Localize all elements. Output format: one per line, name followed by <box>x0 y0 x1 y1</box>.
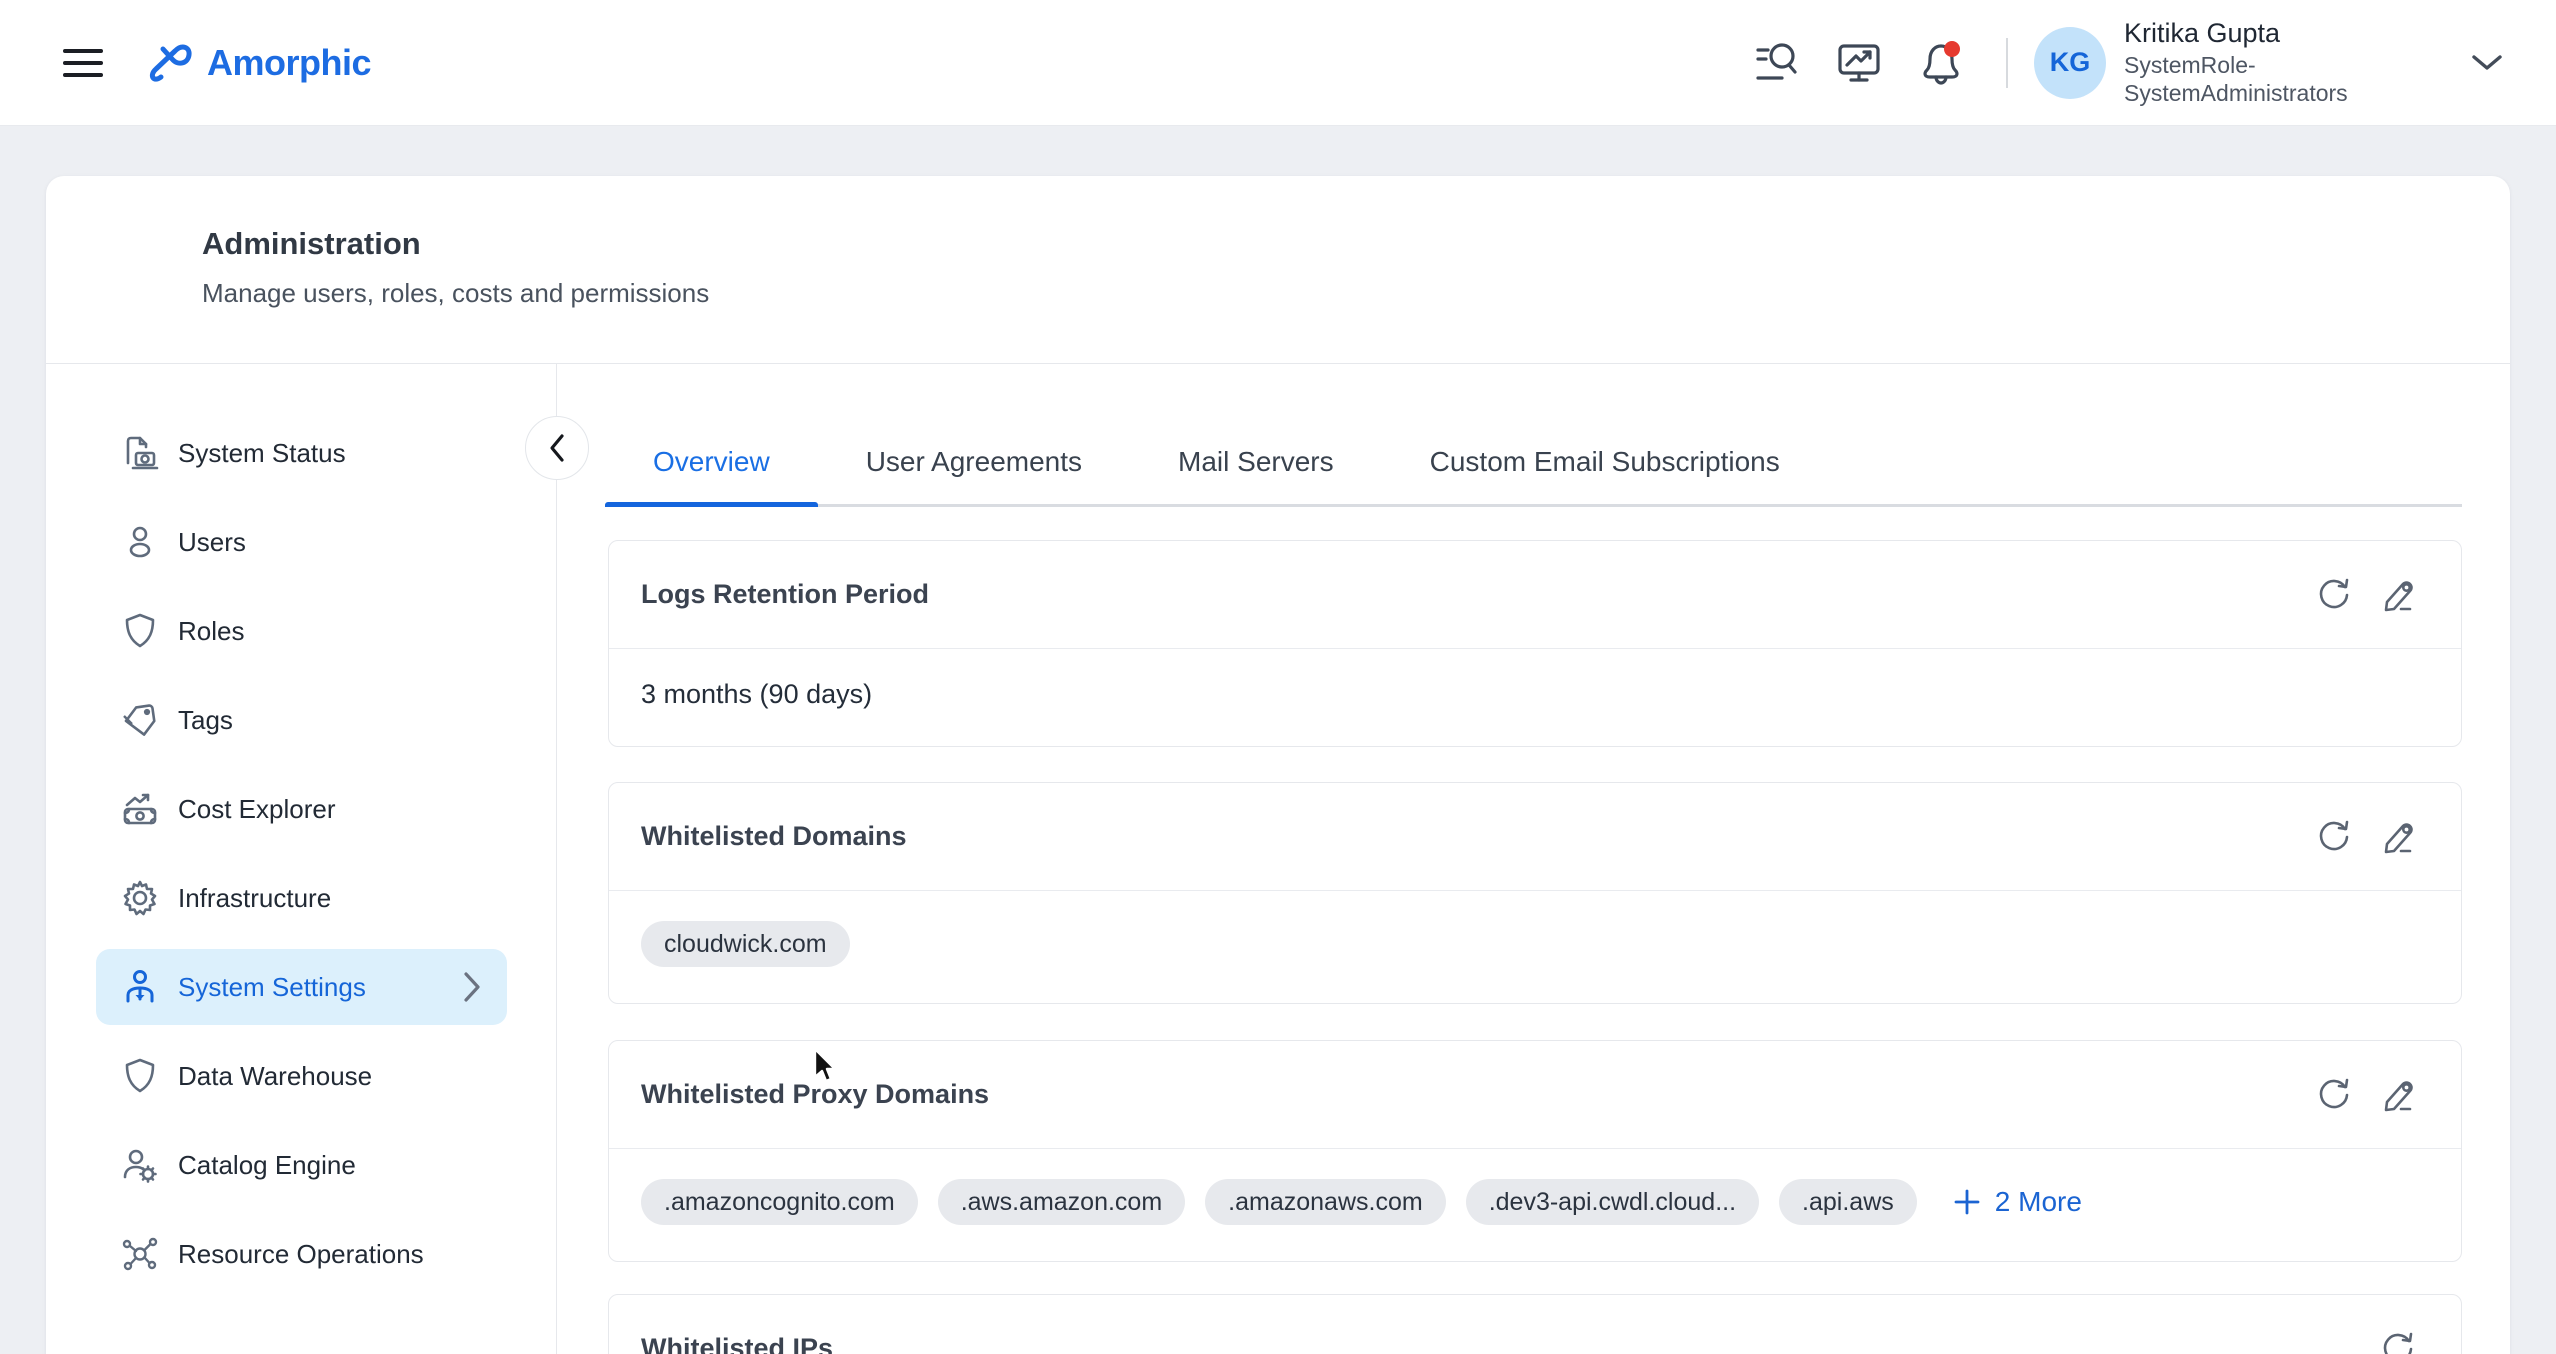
page-subtitle: Manage users, roles, costs and permissio… <box>202 278 2510 309</box>
proxy-domain-chip: .dev3-api.cwdl.cloud... <box>1466 1179 1759 1225</box>
system-settings-icon <box>120 967 160 1007</box>
chevron-down-icon[interactable] <box>2470 53 2504 73</box>
card-title: Whitelisted IPs <box>641 1333 833 1354</box>
edit-pencil-icon[interactable] <box>2379 818 2417 856</box>
system-settings-content: Overview User Agreements Mail Servers Cu… <box>557 364 2510 1354</box>
domain-chip: cloudwick.com <box>641 921 850 967</box>
user-info: Kritika Gupta SystemRole-SystemAdministr… <box>2124 17 2374 108</box>
edit-pencil-icon[interactable] <box>2379 576 2417 614</box>
monitoring-icon[interactable] <box>1834 38 1884 88</box>
logs-retention-card: Logs Retention Period <box>608 540 2462 747</box>
proxy-domain-chip: .aws.amazon.com <box>938 1179 1185 1225</box>
administration-panel: Administration Manage users, roles, cost… <box>46 176 2510 1354</box>
whitelisted-ips-card: Whitelisted IPs <box>608 1294 2462 1354</box>
show-more-button[interactable]: 2 More <box>1953 1186 2082 1218</box>
settings-tabs: Overview User Agreements Mail Servers Cu… <box>605 420 2462 507</box>
data-warehouse-shield-icon <box>120 1056 160 1096</box>
avatar: KG <box>2034 27 2106 99</box>
sidebar-item-roles[interactable]: Roles <box>96 593 507 669</box>
user-name: Kritika Gupta <box>2124 17 2374 51</box>
brand-name: Amorphic <box>207 42 371 84</box>
refresh-icon[interactable] <box>2315 1076 2353 1114</box>
topbar-actions: KG Kritika Gupta SystemRole-SystemAdmini… <box>1752 17 2556 108</box>
card-title: Logs Retention Period <box>641 579 929 610</box>
mouse-cursor <box>806 1046 840 1086</box>
sidebar-item-label: Catalog Engine <box>178 1150 356 1181</box>
sidebar-item-label: Roles <box>178 616 244 647</box>
whitelisted-proxy-domains-card: Whitelisted Proxy Domains <box>608 1040 2462 1262</box>
sidebar-item-tags[interactable]: Tags <box>96 682 507 758</box>
proxy-domain-chip: .amazoncognito.com <box>641 1179 918 1225</box>
refresh-icon[interactable] <box>2379 1330 2417 1354</box>
tab-overview[interactable]: Overview <box>605 420 818 504</box>
proxy-domain-chip: .api.aws <box>1779 1179 1917 1225</box>
topbar-divider <box>2006 38 2008 88</box>
system-status-icon <box>120 433 160 473</box>
sidebar-item-label: Users <box>178 527 246 558</box>
sidebar-item-resource-operations[interactable]: Resource Operations <box>96 1216 507 1292</box>
cost-explorer-icon <box>120 789 160 829</box>
catalog-engine-icon <box>120 1145 160 1185</box>
sidebar-item-data-warehouse[interactable]: Data Warehouse <box>96 1038 507 1114</box>
sidebar-item-label: Tags <box>178 705 233 736</box>
sidebar-item-label: Resource Operations <box>178 1239 424 1270</box>
users-icon <box>120 522 160 562</box>
advanced-search-icon[interactable] <box>1752 38 1802 88</box>
whitelisted-domains-card: Whitelisted Domains <box>608 782 2462 1004</box>
sidebar-item-users[interactable]: Users <box>96 504 507 580</box>
amorphic-logo-icon <box>149 39 201 87</box>
sidebar-item-system-status[interactable]: System Status <box>96 415 507 491</box>
tab-user-agreements[interactable]: User Agreements <box>818 420 1130 504</box>
sidebar-item-system-settings[interactable]: System Settings <box>96 949 507 1025</box>
refresh-icon[interactable] <box>2315 818 2353 856</box>
more-label: 2 More <box>1995 1186 2082 1218</box>
profile-menu[interactable]: KG Kritika Gupta SystemRole-SystemAdmini… <box>2034 17 2374 108</box>
edit-pencil-icon[interactable] <box>2379 1076 2417 1114</box>
sidebar-item-label: Cost Explorer <box>178 794 336 825</box>
refresh-icon[interactable] <box>2315 576 2353 614</box>
logs-retention-value: 3 months (90 days) <box>641 679 872 709</box>
brand-logo[interactable]: Amorphic <box>149 39 371 87</box>
plus-icon <box>1953 1188 1981 1216</box>
tags-icon <box>120 700 160 740</box>
chevron-right-icon <box>461 970 483 1004</box>
shield-icon <box>120 611 160 651</box>
tab-mail-servers[interactable]: Mail Servers <box>1130 420 1382 504</box>
sidebar-item-label: System Settings <box>178 972 366 1003</box>
sidebar-item-label: System Status <box>178 438 346 469</box>
sidebar-collapse-button[interactable] <box>525 416 589 480</box>
user-role: SystemRole-SystemAdministrators <box>2124 51 2374 109</box>
admin-sidebar: System Status Users Roles <box>46 364 557 1354</box>
sidebar-item-label: Infrastructure <box>178 883 331 914</box>
resource-operations-icon <box>120 1234 160 1274</box>
topbar: Amorphic <box>0 0 2556 126</box>
sidebar-item-infrastructure[interactable]: Infrastructure <box>96 860 507 936</box>
proxy-domain-chip: .amazonaws.com <box>1205 1179 1446 1225</box>
card-title: Whitelisted Domains <box>641 821 907 852</box>
sidebar-item-label: Data Warehouse <box>178 1061 372 1092</box>
gear-icon <box>120 878 160 918</box>
panel-header: Administration Manage users, roles, cost… <box>46 176 2510 364</box>
sidebar-item-catalog-engine[interactable]: Catalog Engine <box>96 1127 507 1203</box>
hamburger-menu-button[interactable] <box>63 49 103 77</box>
page-title: Administration <box>202 226 2510 262</box>
notifications-bell-icon[interactable] <box>1916 37 1966 89</box>
chevron-left-icon <box>547 432 567 464</box>
sidebar-item-cost-explorer[interactable]: Cost Explorer <box>96 771 507 847</box>
tab-custom-email-subscriptions[interactable]: Custom Email Subscriptions <box>1382 420 1828 504</box>
notification-dot <box>1944 41 1960 57</box>
